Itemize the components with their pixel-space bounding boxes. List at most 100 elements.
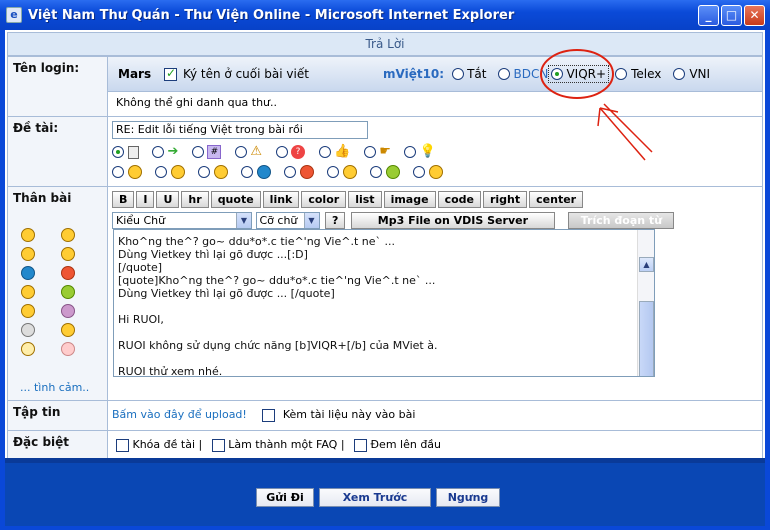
icon-radio-6[interactable]	[318, 146, 331, 158]
emote-grin-icon[interactable]	[21, 227, 35, 242]
mode-off-radio[interactable]	[452, 68, 465, 80]
close-button[interactable]: ✕	[744, 4, 765, 26]
icon-radio-13[interactable]	[284, 166, 296, 178]
note-icon	[127, 145, 139, 159]
scroll-thumb[interactable]	[639, 301, 654, 376]
topic-input[interactable]: RE: Edit lỗi tiếng Việt trong bài rồi	[112, 121, 368, 139]
mode-bdcn-radio[interactable]	[498, 68, 511, 80]
angry-smiley-icon	[299, 165, 314, 179]
icon-radio-8[interactable]	[404, 146, 417, 158]
topic-label: Đề tài:	[7, 116, 108, 187]
style-select[interactable]: Kiểu Chữ ▼	[112, 212, 252, 229]
arrow-icon: ➔	[167, 144, 179, 159]
preview-button[interactable]: Xem Trước	[319, 488, 431, 507]
minimize-button[interactable]: _	[698, 4, 719, 26]
ie-page-icon: e	[6, 7, 22, 23]
size-select[interactable]: Cỡ chữ ▼	[255, 212, 320, 229]
link-button[interactable]: link	[262, 191, 300, 208]
upload-link[interactable]: Bấm vào đây để upload!	[112, 408, 247, 421]
mode-vni-label: VNI	[689, 67, 711, 81]
icon-radio-16[interactable]	[413, 166, 425, 178]
emote-nerd-icon[interactable]	[21, 341, 35, 356]
form-area: Trả Lời Tên login: Mars Ký tên ở cuối bà…	[5, 30, 765, 460]
special-label: Đặc biệt	[7, 430, 108, 460]
mode-viqr-label: VIQR+	[566, 67, 607, 81]
mode-vni-radio[interactable]	[673, 68, 686, 80]
sign-checkbox[interactable]	[164, 66, 177, 81]
scroll-up-icon[interactable]: ▲	[639, 257, 654, 272]
emote-blue-icon[interactable]	[21, 265, 35, 280]
chevron-down-icon: ▼	[236, 213, 251, 228]
window-titlebar: e Việt Nam Thư Quán - Thư Viện Online - …	[0, 0, 770, 30]
quote-button[interactable]: quote	[210, 191, 261, 208]
attach-checkbox[interactable]	[262, 408, 276, 422]
maximize-button[interactable]: □	[721, 4, 742, 26]
help-button[interactable]: ?	[325, 212, 346, 229]
icon-radio-14[interactable]	[327, 166, 339, 178]
window-title: Việt Nam Thư Quán - Thư Viện Online - Mi…	[28, 7, 515, 23]
emote-cool-icon[interactable]	[21, 246, 35, 261]
mode-off-label: Tắt	[467, 67, 487, 81]
lightbulb-icon: 💡	[419, 144, 437, 159]
submit-button[interactable]: Gửi Đi	[256, 488, 314, 507]
emote-sick-icon[interactable]	[61, 284, 75, 299]
icon-radio-11[interactable]	[198, 166, 210, 178]
image-button[interactable]: image	[383, 191, 436, 208]
icon-radio-1[interactable]	[112, 146, 124, 158]
list-button[interactable]: list	[348, 191, 382, 208]
mode-bdcn-label: BDCN	[513, 67, 549, 81]
mode-telex-radio[interactable]	[615, 68, 628, 80]
code-button[interactable]: code	[437, 191, 481, 208]
italic-button[interactable]: I	[136, 191, 155, 208]
mp3-button[interactable]: Mp3 File on VDIS Server	[350, 212, 555, 229]
icon-radio-4[interactable]	[234, 146, 247, 158]
emote-thumb-icon[interactable]	[21, 303, 35, 318]
body-label: Thân bài	[13, 191, 72, 205]
color-button[interactable]: color	[301, 191, 347, 208]
icon-radio-7[interactable]	[363, 146, 376, 158]
emote-shock-icon[interactable]	[61, 322, 75, 337]
stop-button[interactable]: Ngưng	[436, 488, 500, 507]
emote-smile-icon[interactable]	[61, 227, 75, 242]
quote-from-button[interactable]: Trích đoạn từ	[568, 212, 675, 229]
underline-button[interactable]: U	[156, 191, 180, 208]
laugh-smiley-icon	[342, 165, 357, 179]
lock-topic-checkbox[interactable]	[116, 438, 129, 452]
smiley-icon	[127, 165, 142, 179]
icon-radio-3[interactable]	[191, 146, 204, 158]
textarea-scrollbar[interactable]: ▲ ▼	[637, 230, 654, 376]
right-button[interactable]: right	[482, 191, 528, 208]
faq-label: Làm thành một FAQ |	[228, 438, 345, 451]
icon-radio-5[interactable]	[275, 146, 288, 158]
emote-grid	[21, 225, 102, 358]
hash-icon: #	[207, 145, 222, 159]
bold-button[interactable]: B	[112, 191, 135, 208]
body-textarea[interactable]: Kho^ng the^? go~ ddu*o*.c tie^'ng Vie^.t…	[113, 229, 655, 377]
icon-radio-15[interactable]	[370, 166, 382, 178]
emote-blush-icon[interactable]	[61, 341, 75, 356]
hr-button[interactable]: hr	[181, 191, 209, 208]
style-select-value: Kiểu Chữ	[116, 214, 166, 227]
center-button[interactable]: center	[529, 191, 584, 208]
mode-viqr-radio[interactable]	[551, 68, 564, 80]
pin-checkbox[interactable]	[354, 438, 368, 452]
wink-smiley-icon	[213, 165, 228, 179]
pin-label: Đem lên đầu	[370, 438, 442, 451]
size-select-value: Cỡ chữ	[259, 214, 298, 227]
emote-skull-icon[interactable]	[21, 322, 35, 337]
lock-topic-label: Khóa đề tài |	[132, 438, 203, 451]
icon-radio-2[interactable]	[152, 146, 164, 158]
emote-mad-icon[interactable]	[61, 265, 75, 280]
faq-checkbox[interactable]	[211, 438, 225, 452]
emote-laugh-icon[interactable]	[21, 284, 35, 299]
icon-radio-9[interactable]	[112, 166, 124, 178]
icon-radio-10[interactable]	[155, 166, 167, 178]
chevron-down-icon: ▼	[303, 213, 319, 228]
warning-icon: ⚠	[250, 144, 263, 159]
pointing-hand-icon: ☛	[379, 144, 391, 159]
emote-purple-icon[interactable]	[61, 303, 75, 318]
icon-radio-12[interactable]	[241, 166, 253, 178]
mode-telex-label: Telex	[631, 67, 662, 81]
more-emotes-link[interactable]: ... tình cảm..	[20, 381, 89, 394]
emote-wink-icon[interactable]	[61, 246, 75, 261]
